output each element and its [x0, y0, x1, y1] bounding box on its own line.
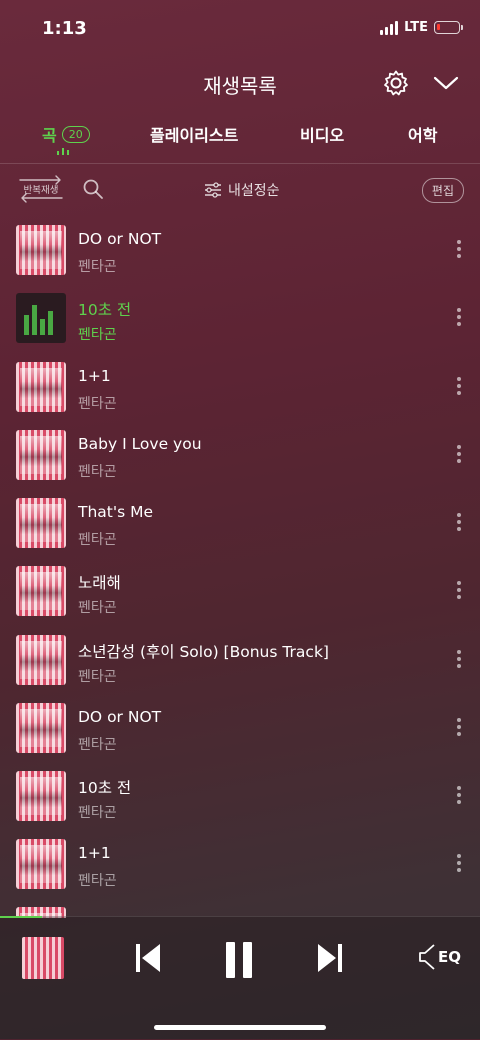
song-title: 노래해: [78, 574, 121, 592]
status-indicators: LTE: [380, 20, 463, 35]
network-label: LTE: [404, 20, 428, 35]
song-artist: 펜타곤: [78, 464, 117, 480]
tab-videos[interactable]: 비디오: [300, 122, 344, 146]
album-art: [16, 839, 66, 889]
pause-button[interactable]: [222, 941, 256, 983]
tab-songs[interactable]: 곡 20: [42, 122, 90, 146]
song-artist: 펜타곤: [78, 327, 117, 343]
more-options-icon[interactable]: [452, 445, 466, 465]
list-item[interactable]: 1+1 펜타곤: [0, 353, 480, 421]
more-options-icon[interactable]: [452, 718, 466, 738]
sliders-icon: [205, 182, 221, 198]
more-options-icon[interactable]: [452, 581, 466, 601]
header: 재생목록: [0, 56, 480, 108]
song-artist: 펜타곤: [78, 396, 117, 412]
album-art: [16, 703, 66, 753]
song-artist: 펜타곤: [78, 737, 117, 753]
more-options-icon[interactable]: [452, 786, 466, 806]
song-title: 1+1: [78, 844, 111, 862]
song-count-badge: 20: [61, 125, 90, 143]
list-item[interactable]: DO or NOT 펜타곤: [0, 694, 480, 762]
list-item-playing[interactable]: 10초 전 펜타곤: [0, 284, 480, 352]
song-artist: 펜타곤: [78, 805, 117, 821]
song-artist: 펜타곤: [78, 532, 117, 548]
signal-icon: [380, 20, 399, 35]
edit-button[interactable]: 편집: [421, 178, 464, 203]
equalizer-icon: [24, 305, 53, 335]
previous-track-button[interactable]: [134, 941, 162, 979]
list-toolbar: 반복재생 내설정순 편집: [0, 172, 480, 208]
sort-label: 내설정순: [228, 183, 280, 199]
speaker-icon: [419, 944, 435, 970]
tab-songs-label: 곡: [42, 126, 57, 145]
song-artist: 펜타곤: [78, 669, 117, 685]
list-item[interactable]: 노래해 펜타곤: [0, 557, 480, 625]
more-options-icon[interactable]: [452, 377, 466, 397]
more-options-icon[interactable]: [452, 650, 466, 670]
song-title: DO or NOT: [78, 708, 162, 726]
repeat-label: 반복재생: [23, 185, 59, 196]
song-title: Baby I Love you: [78, 435, 202, 453]
song-title: 10초 전: [78, 779, 132, 797]
list-item[interactable]: 10초 전 펜타곤: [0, 762, 480, 830]
list-item[interactable]: 소년감성 (후이 Solo) [Bonus Track] 펜타곤: [0, 626, 480, 694]
divider: [0, 163, 480, 164]
next-track-button[interactable]: [316, 941, 344, 979]
status-bar: 1:13 LTE: [0, 0, 480, 56]
repeat-button[interactable]: 반복재생: [16, 174, 66, 204]
more-options-icon[interactable]: [452, 513, 466, 533]
song-list: DO or NOT 펜타곤 10초 전 펜타곤 1+1 펜타곤 Baby I L…: [0, 216, 480, 918]
song-title: 10초 전: [78, 301, 132, 319]
more-options-icon[interactable]: [452, 854, 466, 874]
tab-language[interactable]: 어학: [408, 122, 437, 146]
home-indicator[interactable]: [154, 1025, 326, 1030]
chevron-down-icon[interactable]: [432, 70, 460, 96]
more-options-icon[interactable]: [452, 308, 466, 328]
song-title: 1+1: [78, 367, 111, 385]
list-item[interactable]: DO or NOT 펜타곤: [0, 216, 480, 284]
song-artist: 펜타곤: [78, 600, 117, 616]
sort-button[interactable]: 내설정순: [204, 180, 280, 200]
album-art: [16, 498, 66, 548]
now-playing-album-art[interactable]: [22, 937, 64, 979]
song-title: 소년감성 (후이 Solo) [Bonus Track]: [78, 643, 329, 661]
album-art: [16, 771, 66, 821]
song-title: That's Me: [78, 503, 154, 521]
eq-label: EQ: [438, 948, 461, 966]
tab-playlists[interactable]: 플레이리스트: [150, 122, 238, 146]
more-options-icon[interactable]: [452, 240, 466, 260]
album-art: [16, 293, 66, 343]
battery-icon: [434, 21, 463, 34]
search-icon[interactable]: [82, 178, 104, 200]
album-art: [16, 430, 66, 480]
list-item-partial[interactable]: [0, 898, 480, 918]
album-art: [16, 635, 66, 685]
song-artist: 펜타곤: [78, 259, 117, 275]
tab-bar: 곡 20 플레이리스트 비디오 어학: [0, 118, 480, 162]
song-title: DO or NOT: [78, 230, 162, 248]
playback-progress[interactable]: [0, 916, 42, 918]
album-art: [16, 362, 66, 412]
list-item[interactable]: That's Me 펜타곤: [0, 489, 480, 557]
status-time: 1:13: [42, 18, 87, 39]
gear-icon[interactable]: [382, 69, 410, 97]
album-art: [16, 566, 66, 616]
eq-button[interactable]: EQ: [418, 943, 461, 971]
song-artist: 펜타곤: [78, 873, 117, 889]
mini-player: EQ: [0, 916, 480, 1040]
list-item[interactable]: Baby I Love you 펜타곤: [0, 421, 480, 489]
album-art: [16, 225, 66, 275]
list-item[interactable]: 1+1 펜타곤: [0, 830, 480, 898]
playing-indicator-icon: [57, 148, 69, 155]
